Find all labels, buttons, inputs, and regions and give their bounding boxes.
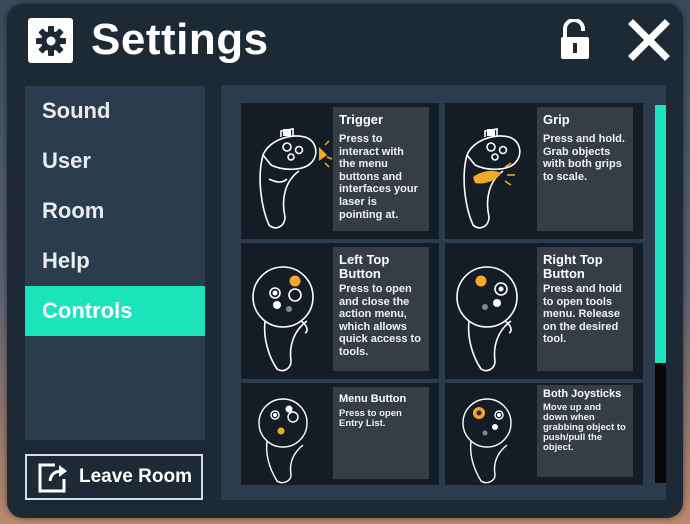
gear-icon — [28, 18, 73, 63]
sidebar-item-user[interactable]: User — [25, 136, 205, 186]
control-card-text: Grip Press and hold. Grab objects with b… — [537, 107, 633, 231]
sidebar-item-sound[interactable]: Sound — [25, 86, 205, 136]
control-card-both-joysticks: Both Joysticks Move up and down when gra… — [445, 383, 643, 485]
control-description: Press to interact with the menu buttons … — [339, 133, 418, 221]
joystick-controller-icon — [447, 387, 537, 500]
sidebar-item-room[interactable]: Room — [25, 186, 205, 236]
unlock-icon[interactable] — [557, 18, 593, 61]
controls-grid: Trigger Press to interact with the menu … — [241, 103, 649, 500]
control-title: Menu Button — [339, 393, 407, 405]
control-card-trigger: Trigger Press to interact with the menu … — [241, 103, 439, 239]
trigger-controller-icon — [243, 107, 333, 237]
control-title: Grip — [543, 112, 570, 127]
window-title: Settings — [91, 15, 269, 64]
right-top-button-controller-icon — [447, 247, 537, 377]
control-description: Press and hold. Grab objects with both g… — [543, 133, 625, 183]
control-title: Left Top Button — [339, 252, 390, 281]
control-card-text: Left Top Button Press to open and close … — [333, 247, 429, 371]
control-title: Trigger — [339, 112, 384, 127]
control-card-grip: Grip Press and hold. Grab objects with b… — [445, 103, 643, 239]
settings-window: Settings Sound User Room Help Controls L… — [7, 4, 683, 518]
control-description: Move up and down when grabbing object to… — [543, 402, 626, 453]
controls-panel: Trigger Press to interact with the menu … — [221, 85, 666, 500]
close-icon[interactable] — [625, 16, 673, 64]
leave-room-label: Leave Room — [79, 466, 192, 487]
control-card-text: Both Joysticks Move up and down when gra… — [537, 385, 633, 477]
menu-button-controller-icon — [243, 387, 333, 500]
control-card-left-top-button: Left Top Button Press to open and close … — [241, 243, 439, 379]
sidebar-item-controls[interactable]: Controls — [25, 286, 205, 336]
control-title: Both Joysticks — [543, 388, 622, 400]
control-title: Right Top Button — [543, 252, 603, 281]
leave-room-button[interactable]: Leave Room — [25, 454, 203, 500]
settings-sidebar: Sound User Room Help Controls — [25, 86, 205, 440]
grip-controller-icon — [447, 107, 537, 237]
controls-scrollbar[interactable] — [655, 105, 666, 483]
title-bar: Settings — [7, 4, 683, 74]
control-card-text: Trigger Press to interact with the menu … — [333, 107, 429, 231]
left-top-button-controller-icon — [243, 247, 333, 377]
control-card-menu-button: Menu Button Press to open Entry List. — [241, 383, 439, 485]
control-description: Press to open Entry List. — [339, 408, 402, 429]
sidebar-item-help[interactable]: Help — [25, 236, 205, 286]
control-description: Press to open and close the action menu,… — [339, 283, 421, 358]
control-card-text: Right Top Button Press and hold to open … — [537, 247, 633, 371]
control-card-text: Menu Button Press to open Entry List. — [333, 387, 429, 479]
scrollbar-thumb[interactable] — [655, 105, 666, 363]
control-card-right-top-button: Right Top Button Press and hold to open … — [445, 243, 643, 379]
control-description: Press and hold to open tools menu. Relea… — [543, 283, 622, 346]
leave-room-icon — [37, 461, 71, 493]
